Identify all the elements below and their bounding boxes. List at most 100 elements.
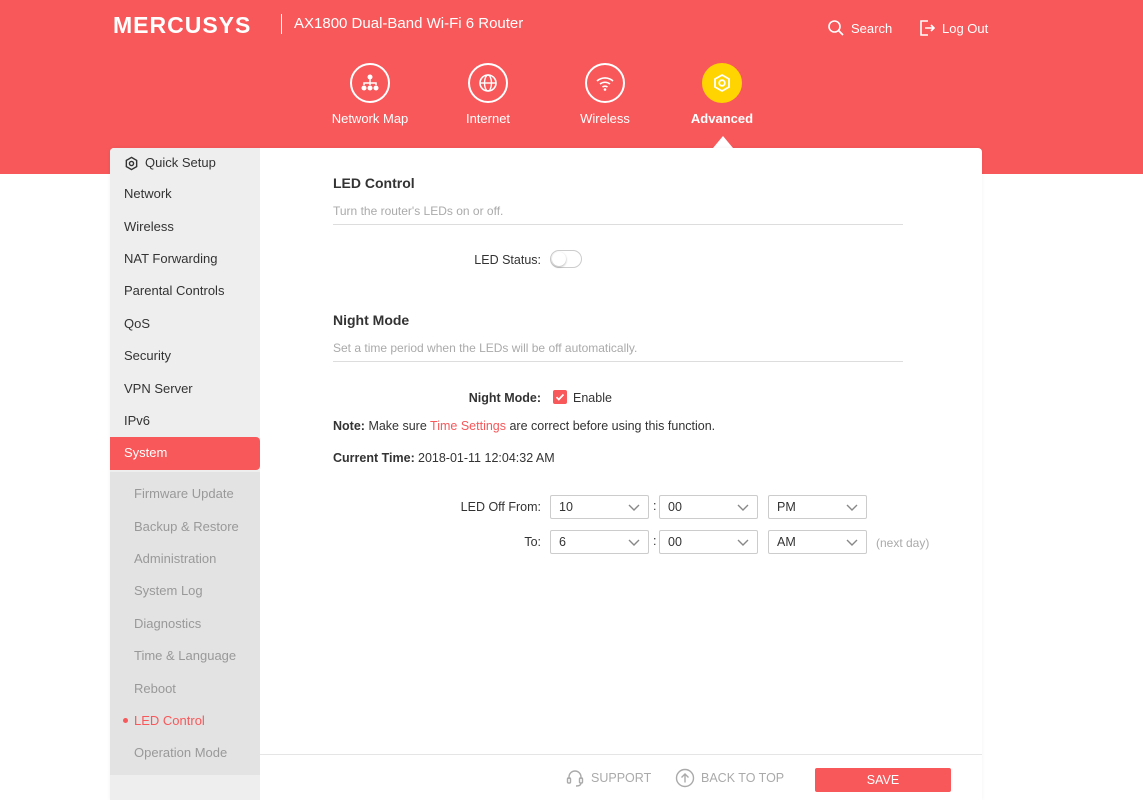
sidebar-item-label: IPv6	[124, 412, 151, 428]
toggle-knob	[552, 252, 566, 266]
subitem-label: System Log	[134, 583, 203, 599]
nav-advanced[interactable]: Advanced	[667, 63, 777, 126]
nav-network-map[interactable]: Network Map	[315, 63, 425, 126]
chevron-down-icon	[737, 539, 749, 546]
active-nav-pointer	[713, 136, 733, 148]
sidebar-item-quick-setup[interactable]: Quick Setup	[110, 148, 260, 178]
from-minute-select[interactable]: 00	[659, 495, 758, 519]
gear-icon	[125, 156, 138, 170]
main-panel: Quick Setup Network Wireless NAT Forward…	[110, 148, 982, 800]
globe-icon	[468, 63, 508, 103]
nav-label: Wireless	[580, 111, 630, 126]
sidebar-item-label: VPN Server	[124, 380, 193, 396]
chevron-down-icon	[628, 539, 640, 546]
logout-button[interactable]: Log Out	[918, 19, 988, 37]
to-hour-select[interactable]: 6	[550, 530, 649, 554]
subitem-label: Operation Mode	[134, 745, 228, 761]
select-value: 10	[559, 500, 573, 514]
sidebar-item-label: Parental Controls	[124, 283, 225, 299]
nav-wireless[interactable]: Wireless	[550, 63, 660, 126]
sidebar-item-ipv6[interactable]: IPv6	[110, 405, 260, 437]
subitem-label: Administration	[134, 550, 217, 566]
current-time-value: 2018-01-11 12:04:32 AM	[418, 451, 555, 465]
subitem-system-log[interactable]: System Log	[110, 575, 260, 607]
sidebar-item-parental-controls[interactable]: Parental Controls	[110, 275, 260, 307]
note-before: Make sure	[368, 419, 427, 433]
sidebar: Quick Setup Network Wireless NAT Forward…	[110, 148, 260, 800]
subitem-label: Diagnostics	[134, 615, 202, 631]
model-title: AX1800 Dual-Band Wi-Fi 6 Router	[294, 15, 524, 32]
note-after: are correct before using this function.	[509, 419, 716, 433]
time-settings-link[interactable]: Time Settings	[430, 419, 506, 433]
from-ampm-select[interactable]: PM	[768, 495, 867, 519]
subitem-time-language[interactable]: Time & Language	[110, 639, 260, 671]
header-divider	[281, 14, 282, 34]
back-to-top-link[interactable]: BACK TO TOP	[675, 768, 784, 788]
note-prefix: Note:	[333, 419, 365, 433]
sidebar-item-network[interactable]: Network	[110, 178, 260, 210]
support-link[interactable]: SUPPORT	[565, 768, 651, 788]
section-divider	[333, 361, 903, 362]
subitem-label: Backup & Restore	[134, 518, 239, 534]
to-label: To:	[524, 535, 541, 549]
chevron-down-icon	[846, 504, 858, 511]
sidebar-item-qos[interactable]: QoS	[110, 308, 260, 340]
subitem-reboot[interactable]: Reboot	[110, 672, 260, 704]
chevron-down-icon	[628, 504, 640, 511]
nav-label: Network Map	[331, 111, 409, 126]
select-value: 00	[668, 535, 682, 549]
active-dot	[123, 717, 128, 723]
subitem-administration[interactable]: Administration	[110, 542, 260, 574]
sidebar-item-system[interactable]: System	[110, 437, 260, 470]
select-value: 00	[668, 500, 682, 514]
sidebar-item-label: Network	[124, 186, 172, 202]
sidebar-item-security[interactable]: Security	[110, 340, 260, 372]
to-ampm-select[interactable]: AM	[768, 530, 867, 554]
night-mode-label: Night Mode:	[468, 391, 541, 405]
network-map-icon	[350, 63, 390, 103]
sidebar-item-vpn-server[interactable]: VPN Server	[110, 372, 260, 404]
content-area: LED Control Turn the router's LEDs on or…	[260, 148, 982, 754]
subitem-firmware-update[interactable]: Firmware Update	[110, 478, 260, 510]
arrow-up-circle-icon	[675, 768, 695, 788]
sidebar-item-label: NAT Forwarding	[124, 250, 218, 266]
sidebar-item-wireless[interactable]: Wireless	[110, 210, 260, 242]
back-to-top-label: BACK TO TOP	[701, 771, 785, 785]
logout-icon	[920, 20, 936, 36]
footer-bar: SUPPORT BACK TO TOP SAVE	[260, 754, 982, 800]
brand-logo: MERCUSYS	[113, 12, 252, 38]
gear-icon	[702, 63, 742, 103]
headset-icon	[566, 770, 584, 787]
nav-internet[interactable]: Internet	[433, 63, 543, 126]
chevron-down-icon	[737, 504, 749, 511]
nav-label: Internet	[465, 111, 511, 126]
from-hour-select[interactable]: 10	[550, 495, 649, 519]
led-off-from-label: LED Off From:	[460, 500, 541, 514]
night-mode-checkbox[interactable]	[553, 390, 567, 404]
led-status-label: LED Status:	[474, 253, 541, 267]
save-button[interactable]: SAVE	[815, 768, 951, 792]
to-minute-select[interactable]: 00	[659, 530, 758, 554]
select-value: 6	[559, 535, 566, 549]
chevron-down-icon	[846, 539, 858, 546]
led-control-title: LED Control	[333, 175, 415, 191]
subitem-label: LED Control	[134, 712, 205, 728]
current-time-label: Current Time:	[333, 451, 415, 465]
time-colon: :	[653, 499, 657, 513]
night-mode-description: Set a time period when the LEDs will be …	[333, 341, 638, 355]
enable-label: Enable	[573, 391, 612, 405]
sidebar-item-label: Quick Setup	[145, 155, 216, 170]
subitem-operation-mode[interactable]: Operation Mode	[110, 737, 260, 769]
sidebar-item-nat-forwarding[interactable]: NAT Forwarding	[110, 243, 260, 275]
search-button[interactable]: Search	[827, 19, 892, 37]
night-mode-title: Night Mode	[333, 312, 410, 328]
subitem-led-control[interactable]: LED Control	[110, 704, 260, 736]
sidebar-item-label: QoS	[124, 315, 151, 331]
subitem-diagnostics[interactable]: Diagnostics	[110, 607, 260, 639]
subitem-backup-restore[interactable]: Backup & Restore	[110, 510, 260, 542]
sidebar-item-label: System	[124, 445, 168, 461]
led-status-toggle[interactable]	[550, 250, 582, 268]
logout-label: Log Out	[942, 20, 989, 36]
section-divider	[333, 224, 903, 225]
wifi-icon	[585, 63, 625, 103]
